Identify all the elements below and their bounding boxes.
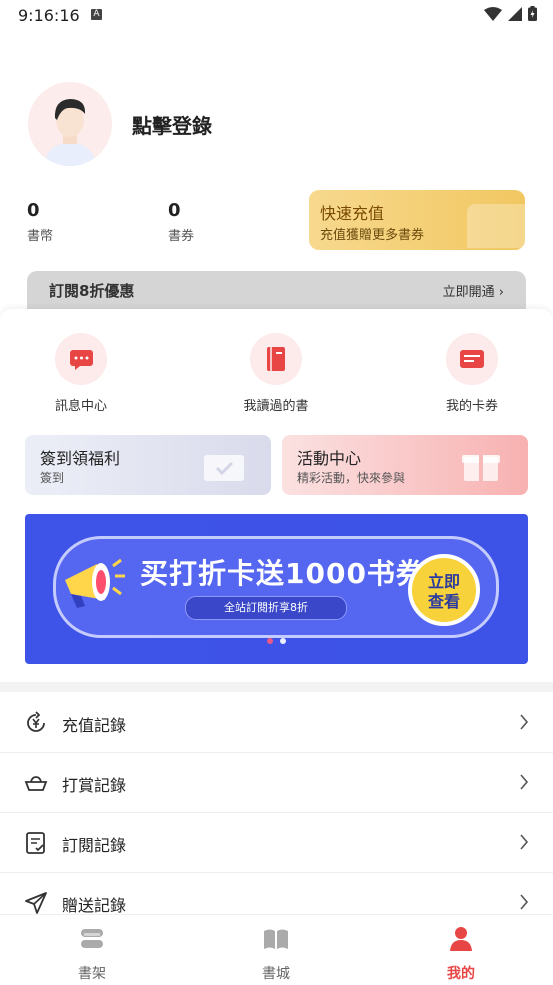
default-avatar-icon <box>44 99 96 166</box>
document-check-icon <box>26 832 45 854</box>
checkin-envelope-icon <box>204 455 244 481</box>
gift-icon <box>462 455 500 481</box>
coin-count: 0 <box>27 200 40 221</box>
menu-subscription-records[interactable]: 訂閱記錄 <box>0 813 553 873</box>
nav-tab-bookstore[interactable]: 書城 <box>226 925 326 983</box>
promo-headline: 买打折卡送1000书券 <box>140 557 425 590</box>
voucher-label: 書券 <box>168 229 195 244</box>
bottom-navigation: 書架 書城 我的 <box>0 914 553 985</box>
recharge-title: 快速充值 <box>320 204 385 223</box>
paper-plane-icon <box>25 892 47 914</box>
chevron-right-icon <box>520 894 529 910</box>
voucher-count: 0 <box>168 200 181 221</box>
status-icons <box>484 6 537 21</box>
nav-label: 書城 <box>262 966 290 982</box>
voucher-stat[interactable]: 0 書券 <box>168 200 194 244</box>
book-icon <box>250 333 302 385</box>
carousel-dot[interactable] <box>280 638 286 644</box>
chevron-right-icon <box>520 774 529 790</box>
signal-icon <box>508 6 522 21</box>
notification-a-icon: A <box>91 9 102 20</box>
yen-refresh-icon <box>27 711 45 732</box>
wifi-icon <box>484 6 502 21</box>
quick-recharge-card[interactable]: 快速充值 充值獲贈更多書券 <box>309 190 525 250</box>
nav-label: 書架 <box>78 966 106 982</box>
message-icon <box>55 333 107 385</box>
avatar[interactable] <box>28 82 112 166</box>
nav-label: 我的 <box>447 966 475 982</box>
main-content-panel: 訊息中心 我讀過的書 我的卡券 簽到領福利 簽到 活動中心 精彩活動，快來參與 <box>0 309 553 915</box>
coin-stat[interactable]: 0 書幣 <box>27 200 53 244</box>
status-time: 9:16:16 <box>18 6 80 25</box>
subscription-action-label: 立即開通 <box>442 285 495 300</box>
quick-action-messages[interactable]: 訊息中心 <box>21 333 141 414</box>
quick-action-label: 我的卡券 <box>445 399 498 414</box>
menu-recharge-records[interactable]: 充值記錄 <box>0 693 553 753</box>
menu-label: 打賞記錄 <box>62 776 127 795</box>
chevron-right-icon <box>520 714 529 730</box>
promo-banner[interactable]: 买打折卡送1000书券 全站訂閱折享8折 立即 查看 <box>25 514 528 664</box>
open-book-icon <box>264 929 288 949</box>
promo-cta-button[interactable]: 立即 查看 <box>408 554 480 626</box>
menu-label: 充值記錄 <box>62 716 127 735</box>
subscription-action[interactable]: 立即開通 › <box>443 281 504 300</box>
wallet-icon <box>467 204 525 248</box>
carousel-indicator <box>267 638 286 644</box>
status-bar: 9:16:16 A <box>0 0 553 32</box>
promo-subline: 全站訂閱折享8折 <box>185 596 347 620</box>
promo-cta-line2: 查看 <box>427 592 460 611</box>
checkin-card[interactable]: 簽到領福利 簽到 <box>25 435 271 495</box>
subscription-title: 訂閱8折優惠 <box>49 282 135 300</box>
nav-tab-bookshelf[interactable]: 書架 <box>42 925 142 983</box>
ingot-icon <box>24 776 48 791</box>
menu-label: 訂閱記錄 <box>62 836 127 855</box>
activity-title: 活動中心 <box>297 449 362 468</box>
subscription-banner[interactable]: 訂閱8折優惠 立即開通 › <box>27 271 526 311</box>
chevron-right-icon: › <box>498 285 504 300</box>
coupon-icon <box>446 333 498 385</box>
profile-header[interactable]: 點擊登錄 <box>28 82 212 166</box>
person-icon <box>450 927 472 951</box>
section-divider <box>0 682 553 692</box>
megaphone-icon <box>65 558 125 608</box>
quick-action-read-books[interactable]: 我讀過的書 <box>216 333 336 414</box>
quick-action-label: 我讀過的書 <box>243 399 309 414</box>
login-prompt[interactable]: 點擊登錄 <box>132 110 212 139</box>
quick-action-label: 訊息中心 <box>54 399 107 414</box>
activity-subtitle: 精彩活動，快來參與 <box>297 471 406 485</box>
coin-label: 書幣 <box>27 229 54 244</box>
checkin-title: 簽到領福利 <box>40 449 121 468</box>
chevron-right-icon <box>520 834 529 850</box>
bookshelf-icon <box>81 929 103 948</box>
checkin-subtitle: 簽到 <box>40 471 65 485</box>
carousel-dot[interactable] <box>267 638 273 644</box>
activity-center-card[interactable]: 活動中心 精彩活動，快來參與 <box>282 435 528 495</box>
menu-label: 贈送記錄 <box>62 896 127 915</box>
recharge-subtitle: 充值獲贈更多書券 <box>320 228 425 243</box>
nav-tab-mine[interactable]: 我的 <box>411 925 511 983</box>
quick-action-coupons[interactable]: 我的卡券 <box>412 333 532 414</box>
menu-tip-records[interactable]: 打賞記錄 <box>0 753 553 813</box>
battery-icon <box>528 6 537 21</box>
promo-cta-line1: 立即 <box>427 572 460 591</box>
